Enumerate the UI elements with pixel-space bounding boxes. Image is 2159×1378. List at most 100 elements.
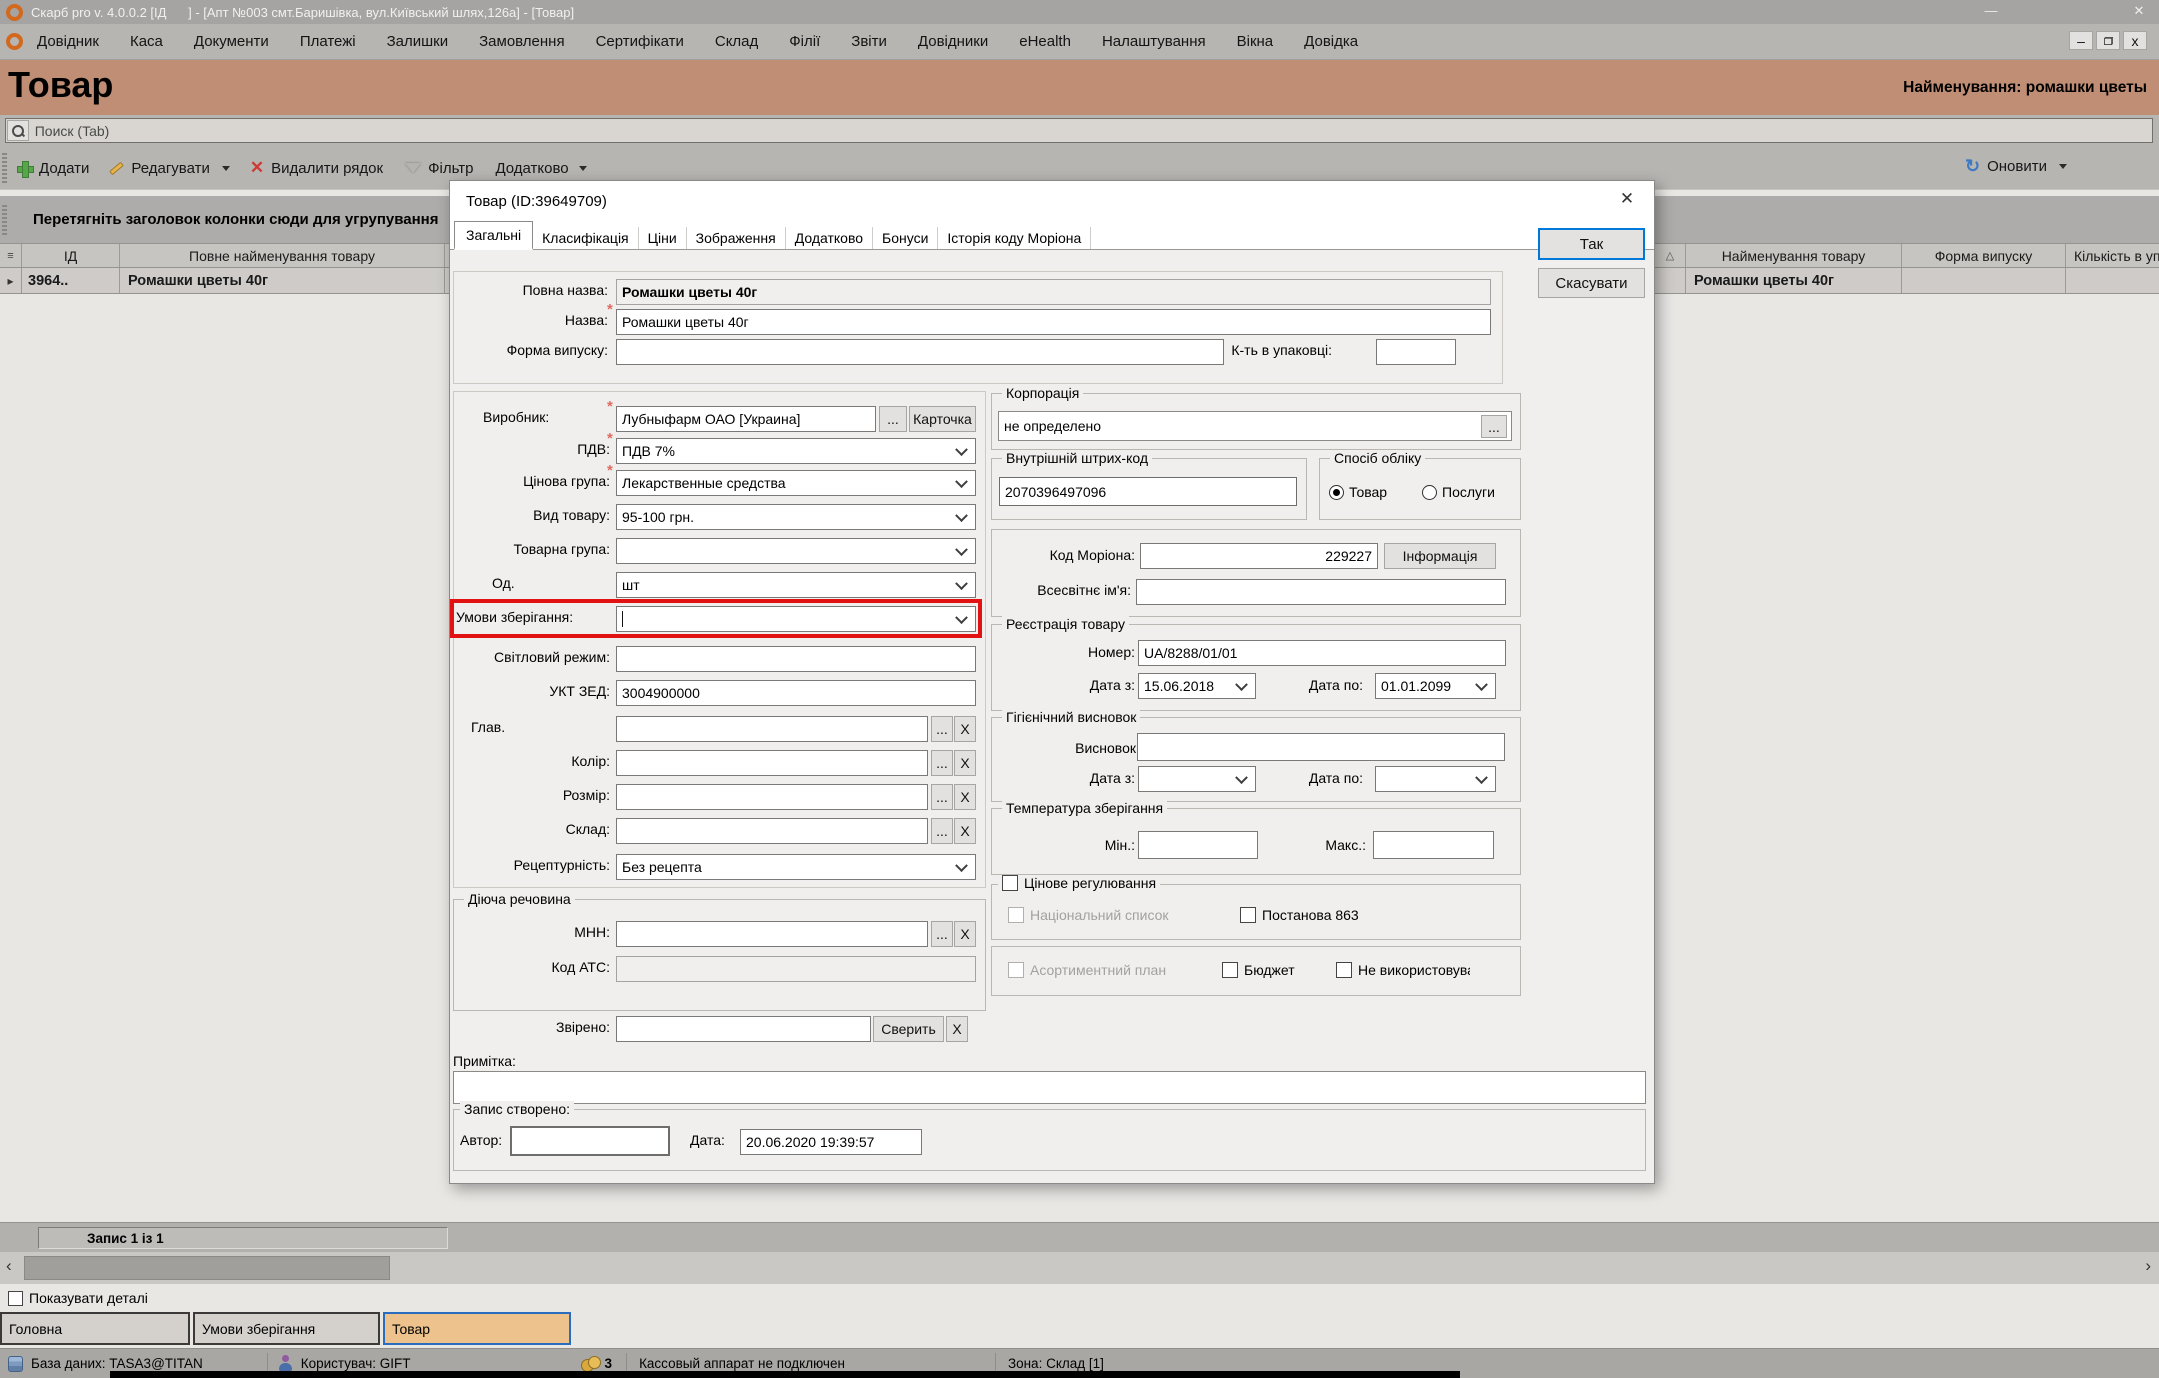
- tab-bonusy[interactable]: Бонуси: [873, 227, 938, 249]
- decree-863-toggle[interactable]: Постанова 863: [1240, 907, 1359, 923]
- search-box[interactable]: [5, 118, 2153, 143]
- show-details-toggle[interactable]: Показувати деталі: [8, 1288, 148, 1308]
- minimize-icon[interactable]: —: [1978, 3, 2004, 18]
- dialog-close-icon[interactable]: ✕: [1612, 189, 1642, 209]
- price-group-combo[interactable]: Лекарственные средства: [616, 470, 976, 496]
- tab-istoriia-morion[interactable]: Історія коду Моріона: [938, 227, 1091, 249]
- radio-services-icon[interactable]: [1422, 485, 1437, 500]
- menu-filii[interactable]: Філії: [787, 33, 822, 50]
- price-regulation-checkbox[interactable]: [1002, 875, 1018, 891]
- menu-dovidnyky[interactable]: Довідники: [916, 33, 990, 50]
- barcode-field[interactable]: 2070396497096: [999, 477, 1297, 506]
- radio-goods-icon[interactable]: [1329, 485, 1344, 500]
- menu-sertyfikaty[interactable]: Сертифікати: [594, 33, 686, 50]
- size-browse-button[interactable]: ...: [931, 784, 953, 810]
- mdi-close-icon[interactable]: x: [2123, 31, 2147, 50]
- note-field[interactable]: [453, 1071, 1646, 1104]
- show-details-checkbox[interactable]: [8, 1291, 23, 1306]
- menu-kasa[interactable]: Каса: [128, 33, 165, 50]
- warehouse-clear-button[interactable]: X: [954, 818, 976, 844]
- menu-dovidka[interactable]: Довідка: [1302, 33, 1360, 50]
- grid-header-icon[interactable]: ≡: [0, 244, 22, 267]
- grid-col-full-name[interactable]: Повне найменування товару: [120, 244, 445, 267]
- window-tab-goods[interactable]: Товар: [383, 1312, 571, 1345]
- horizontal-scrollbar[interactable]: ‹ ›: [0, 1252, 2159, 1284]
- verified-clear-button[interactable]: X: [946, 1016, 968, 1042]
- menu-sklad[interactable]: Склад: [713, 33, 760, 50]
- scroll-left-icon[interactable]: ‹: [6, 1256, 12, 1276]
- not-used-toggle[interactable]: Не використовувати: [1336, 962, 1470, 978]
- menu-zalyshky[interactable]: Залишки: [385, 33, 451, 50]
- grid-col-form[interactable]: Форма випуску: [1902, 244, 2066, 267]
- manufacturer-browse-button[interactable]: ...: [879, 406, 907, 432]
- warehouse-browse-button[interactable]: ...: [931, 818, 953, 844]
- size-clear-button[interactable]: X: [954, 784, 976, 810]
- light-mode-field[interactable]: [616, 646, 976, 672]
- grid-col-id[interactable]: ІД: [22, 244, 120, 267]
- mnn-browse-button[interactable]: ...: [931, 921, 953, 947]
- vat-combo[interactable]: ПДВ 7%: [616, 438, 976, 464]
- reg-number-field[interactable]: UA/8288/01/01: [1138, 640, 1506, 666]
- atc-code-field[interactable]: [616, 956, 976, 982]
- reg-date-from-combo[interactable]: 15.06.2018: [1138, 673, 1256, 699]
- temp-min-field[interactable]: [1138, 831, 1258, 859]
- cancel-button[interactable]: Скасувати: [1538, 268, 1645, 298]
- menu-nalashtuvannia[interactable]: Налаштування: [1100, 33, 1208, 50]
- add-button[interactable]: Додати: [17, 160, 89, 177]
- grid-cell-name[interactable]: Ромашки цветы 40г: [120, 268, 445, 293]
- color-clear-button[interactable]: X: [954, 750, 976, 776]
- filter-button[interactable]: Фільтр: [405, 160, 473, 177]
- ok-button[interactable]: Так: [1538, 228, 1645, 260]
- size-field[interactable]: [616, 784, 928, 810]
- delete-row-button[interactable]: ✕ Видалити рядок: [250, 158, 383, 178]
- morion-code-field[interactable]: 229227: [1140, 543, 1378, 569]
- hygiene-date-from-combo[interactable]: [1138, 766, 1256, 792]
- storage-conditions-combo[interactable]: [616, 606, 976, 632]
- scrollbar-thumb[interactable]: [24, 1256, 390, 1280]
- manufacturer-field[interactable]: Лубныфарм ОАО [Украина]: [616, 406, 876, 432]
- radio-goods[interactable]: Товар: [1329, 484, 1387, 500]
- tab-zagalni[interactable]: Загальні: [454, 221, 533, 250]
- morion-info-button[interactable]: Інформація: [1384, 543, 1496, 569]
- name-field[interactable]: Ромашки цветы 40г: [616, 309, 1491, 335]
- tab-dodatkovo[interactable]: Додатково: [786, 227, 873, 249]
- mdi-restore-icon[interactable]: [2096, 31, 2120, 50]
- not-used-checkbox[interactable]: [1336, 962, 1352, 978]
- edit-button[interactable]: Редагувати: [109, 160, 230, 177]
- unit-combo[interactable]: шт: [616, 572, 976, 598]
- tab-tsiny[interactable]: Ціни: [639, 227, 687, 249]
- product-kind-combo[interactable]: 95-100 грн.: [616, 504, 976, 530]
- temp-max-field[interactable]: [1373, 831, 1494, 859]
- grid-cell-form[interactable]: [1902, 268, 2066, 293]
- mnn-field[interactable]: [616, 921, 928, 947]
- search-icon[interactable]: [7, 120, 29, 141]
- full-name-field[interactable]: Ромашки цветы 40г: [616, 279, 1491, 305]
- verified-field[interactable]: [616, 1016, 871, 1042]
- warehouse-field[interactable]: [616, 818, 928, 844]
- tab-zobrazhennia[interactable]: Зображення: [687, 227, 786, 249]
- manufacturer-card-button[interactable]: Карточка: [909, 406, 976, 432]
- budget-checkbox[interactable]: [1222, 962, 1238, 978]
- tab-klasyfikatsiia[interactable]: Класифікація: [533, 227, 639, 249]
- menu-platezhi[interactable]: Платежі: [298, 33, 358, 50]
- qty-per-pack-field[interactable]: [1376, 339, 1456, 365]
- grid-cell-id[interactable]: 3964..: [22, 268, 120, 293]
- corporation-field[interactable]: не определено: [998, 411, 1512, 441]
- hygiene-conclusion-field[interactable]: [1137, 733, 1505, 761]
- glav-field[interactable]: [616, 716, 928, 742]
- menu-dovidnyk[interactable]: Довідник: [35, 33, 101, 50]
- menu-zamovlennia[interactable]: Замовлення: [477, 33, 566, 50]
- glav-clear-button[interactable]: X: [954, 716, 976, 742]
- reg-date-to-combo[interactable]: 01.01.2099: [1375, 673, 1496, 699]
- release-form-field[interactable]: [616, 339, 1224, 365]
- grid-cell-qty[interactable]: [2066, 268, 2159, 293]
- menu-vikna[interactable]: Вікна: [1235, 33, 1276, 50]
- toolbar-grip[interactable]: [2, 153, 7, 183]
- grid-col-sort[interactable]: △: [1655, 244, 1686, 267]
- mdi-minimize-icon[interactable]: –: [2069, 31, 2093, 50]
- grid-col-qty[interactable]: Кількість в упаковці: [2066, 244, 2159, 267]
- price-regulation-toggle[interactable]: Цінове регулювання: [998, 875, 1160, 891]
- more-button[interactable]: Додатково: [495, 160, 586, 177]
- budget-toggle[interactable]: Бюджет: [1222, 962, 1295, 978]
- grid-cell-name-right[interactable]: Ромашки цветы 40г: [1686, 268, 1902, 293]
